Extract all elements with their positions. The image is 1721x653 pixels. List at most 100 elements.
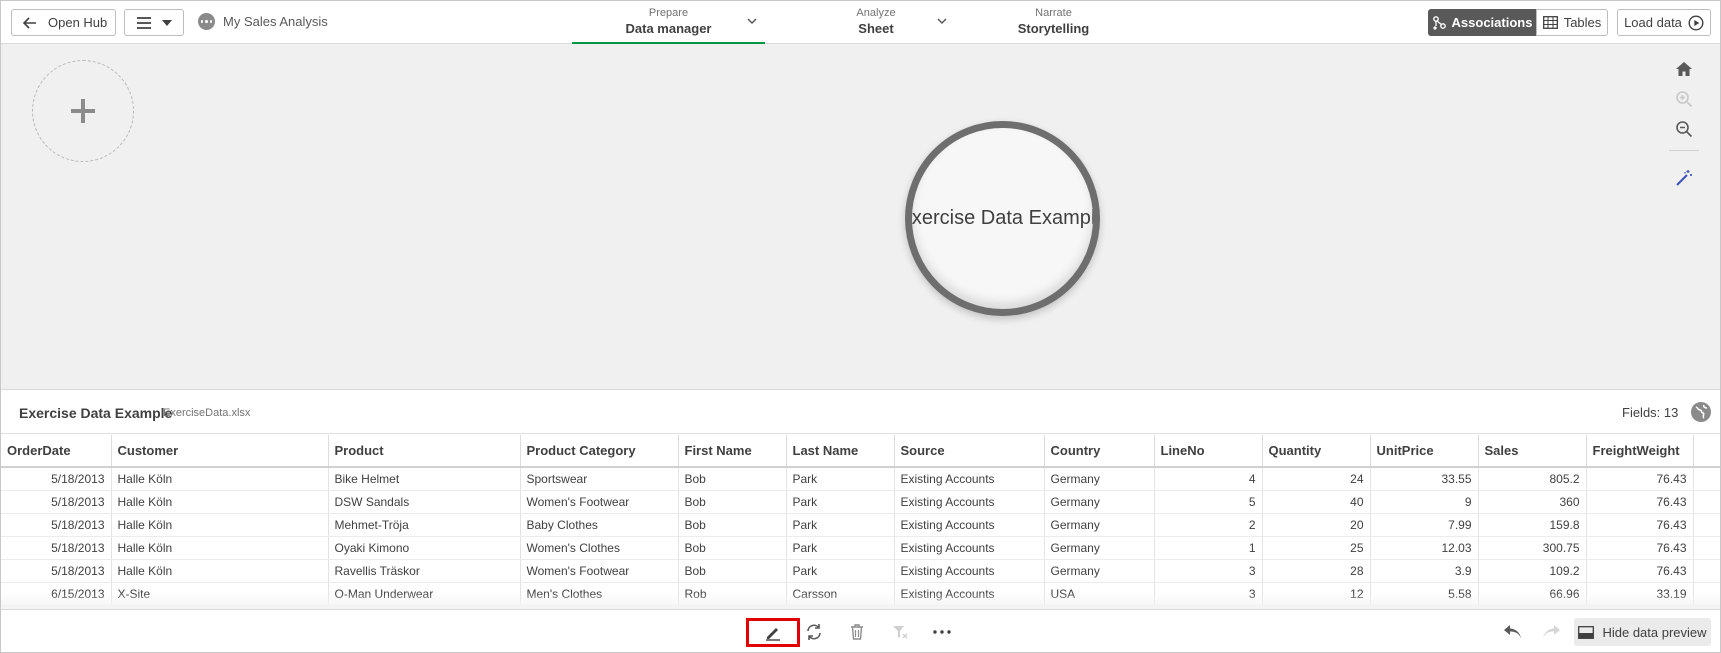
table-cell: 5/18/2013 xyxy=(1,559,112,583)
column-header[interactable]: Source xyxy=(894,435,1045,468)
table-cell: 3 xyxy=(1154,559,1263,583)
tab-analyze[interactable]: Analyze Sheet xyxy=(801,1,951,44)
open-hub-label: Open Hub xyxy=(48,15,108,30)
hide-data-preview-label: Hide data preview xyxy=(1602,624,1707,640)
table-cell: 805.2 xyxy=(1478,467,1587,491)
column-header[interactable]: FreightWeight xyxy=(1586,435,1694,468)
table-cell: Existing Accounts xyxy=(894,559,1045,583)
magic-wand-icon xyxy=(1676,170,1692,186)
table-cell: 33.55 xyxy=(1370,467,1479,491)
table-cell: Bob xyxy=(678,536,787,560)
table-cell: Germany xyxy=(1044,513,1155,537)
column-header-filler xyxy=(1693,435,1720,468)
associations-button[interactable]: Associations xyxy=(1428,9,1536,36)
edit-table-button[interactable] xyxy=(746,618,800,647)
tables-button[interactable]: Tables xyxy=(1536,9,1608,36)
globe-icon[interactable] xyxy=(1691,402,1711,422)
table-row: 5/18/2013 Halle Köln Oyaki Kimono Women's C… xyxy=(1,536,1720,560)
column-header[interactable]: Product Category xyxy=(520,435,679,468)
table-cell: 5 xyxy=(1154,490,1263,514)
associations-icon xyxy=(1432,15,1446,30)
add-data-button[interactable] xyxy=(32,60,134,162)
table-row: 5/18/2013 Halle Köln DSW Sandals Women's Fo… xyxy=(1,490,1720,514)
column-header[interactable]: UnitPrice xyxy=(1370,435,1479,468)
table-cell-filler xyxy=(1693,467,1720,491)
more-actions-button[interactable] xyxy=(927,618,957,646)
filter-button[interactable] xyxy=(885,618,915,646)
table-cell: 159.8 xyxy=(1478,513,1587,537)
column-header[interactable]: Last Name xyxy=(786,435,895,468)
table-cell: 4 xyxy=(1154,467,1263,491)
refresh-button[interactable] xyxy=(799,618,829,646)
chevron-down-icon[interactable] xyxy=(937,18,947,25)
tab-narrate-label: Storytelling xyxy=(1017,21,1090,36)
load-data-button[interactable]: Load data xyxy=(1617,9,1711,36)
table-cell: Bob xyxy=(678,559,787,583)
column-header[interactable]: LineNo xyxy=(1154,435,1263,468)
data-preview-grid[interactable]: OrderDate Customer Product Product Category… xyxy=(1,435,1720,609)
table-cell: 5/18/2013 xyxy=(1,490,112,514)
column-header[interactable]: Customer xyxy=(111,435,329,468)
app-name-label: My Sales Analysis xyxy=(223,14,328,29)
tab-narrate[interactable]: Narrate Storytelling xyxy=(996,1,1111,44)
table-cell: 5/18/2013 xyxy=(1,536,112,560)
table-cell: 76.43 xyxy=(1586,467,1694,491)
table-cell: 5/18/2013 xyxy=(1,513,112,537)
preview-file-name: ExerciseData.xlsx xyxy=(163,407,251,419)
app-name[interactable]: My Sales Analysis xyxy=(198,13,328,30)
zoom-out-button[interactable] xyxy=(1669,114,1699,144)
table-cell: 1 xyxy=(1154,536,1263,560)
tab-analyze-label: Sheet xyxy=(858,21,894,36)
ellipsis-icon xyxy=(933,630,951,634)
table-row: 5/18/2013 Halle Köln Bike Helmet Sportswear… xyxy=(1,467,1720,491)
play-circle-icon xyxy=(1688,14,1704,31)
pencil-icon xyxy=(766,627,780,641)
table-cell: Bob xyxy=(678,467,787,491)
table-cell: Park xyxy=(786,490,895,514)
table-cell: Park xyxy=(786,467,895,491)
undo-button[interactable] xyxy=(1498,618,1528,646)
column-header[interactable]: OrderDate xyxy=(1,435,112,468)
table-cell: Bike Helmet xyxy=(328,467,521,491)
table-cell: 40 xyxy=(1262,490,1371,514)
undo-icon xyxy=(1504,625,1521,639)
arrow-left-icon xyxy=(22,16,36,29)
column-header[interactable]: Country xyxy=(1044,435,1155,468)
recommend-associations-button[interactable] xyxy=(1669,163,1699,193)
table-cell: 20 xyxy=(1262,513,1371,537)
home-button[interactable] xyxy=(1669,54,1699,84)
table-bubble[interactable]: Exercise Data Example xyxy=(905,121,1100,316)
table-row: 5/18/2013 Halle Köln Ravellis Träskor Women… xyxy=(1,559,1720,583)
more-options-icon xyxy=(198,13,215,30)
column-header[interactable]: Product xyxy=(328,435,521,468)
column-header[interactable]: Quantity xyxy=(1262,435,1371,468)
tab-prepare[interactable]: Prepare Data manager xyxy=(572,1,765,44)
refresh-icon xyxy=(807,624,821,640)
redo-button[interactable] xyxy=(1536,618,1566,646)
column-header[interactable]: First Name xyxy=(678,435,787,468)
column-header[interactable]: Sales xyxy=(1478,435,1587,468)
table-cell: 12.03 xyxy=(1370,536,1479,560)
table-cell: Germany xyxy=(1044,490,1155,514)
tab-prepare-caption: Prepare xyxy=(648,7,689,19)
association-canvas[interactable]: Exercise Data Example xyxy=(1,44,1720,390)
plus-icon xyxy=(71,99,95,123)
chevron-down-icon[interactable] xyxy=(747,18,757,25)
open-hub-button[interactable]: Open Hub xyxy=(11,9,116,36)
hamburger-icon xyxy=(137,16,151,29)
table-cell: Oyaki Kimono xyxy=(328,536,521,560)
table-cell: Germany xyxy=(1044,536,1155,560)
home-icon xyxy=(1676,62,1692,76)
data-table: OrderDate Customer Product Product Category… xyxy=(1,435,1720,606)
hide-data-preview-button[interactable]: Hide data preview xyxy=(1574,618,1711,646)
zoom-in-button[interactable] xyxy=(1669,84,1699,114)
delete-button[interactable] xyxy=(842,618,872,646)
table-cell: Halle Köln xyxy=(111,559,329,583)
table-cell: Halle Köln xyxy=(111,490,329,514)
table-cell: Ravellis Träskor xyxy=(328,559,521,583)
global-menu-button[interactable] xyxy=(124,9,184,36)
data-preview-header: Exercise Data Example ExerciseData.xlsx … xyxy=(1,391,1720,434)
table-cell: Women's Footwear xyxy=(520,490,679,514)
table-cell: 2 xyxy=(1154,513,1263,537)
table-cell: Germany xyxy=(1044,467,1155,491)
